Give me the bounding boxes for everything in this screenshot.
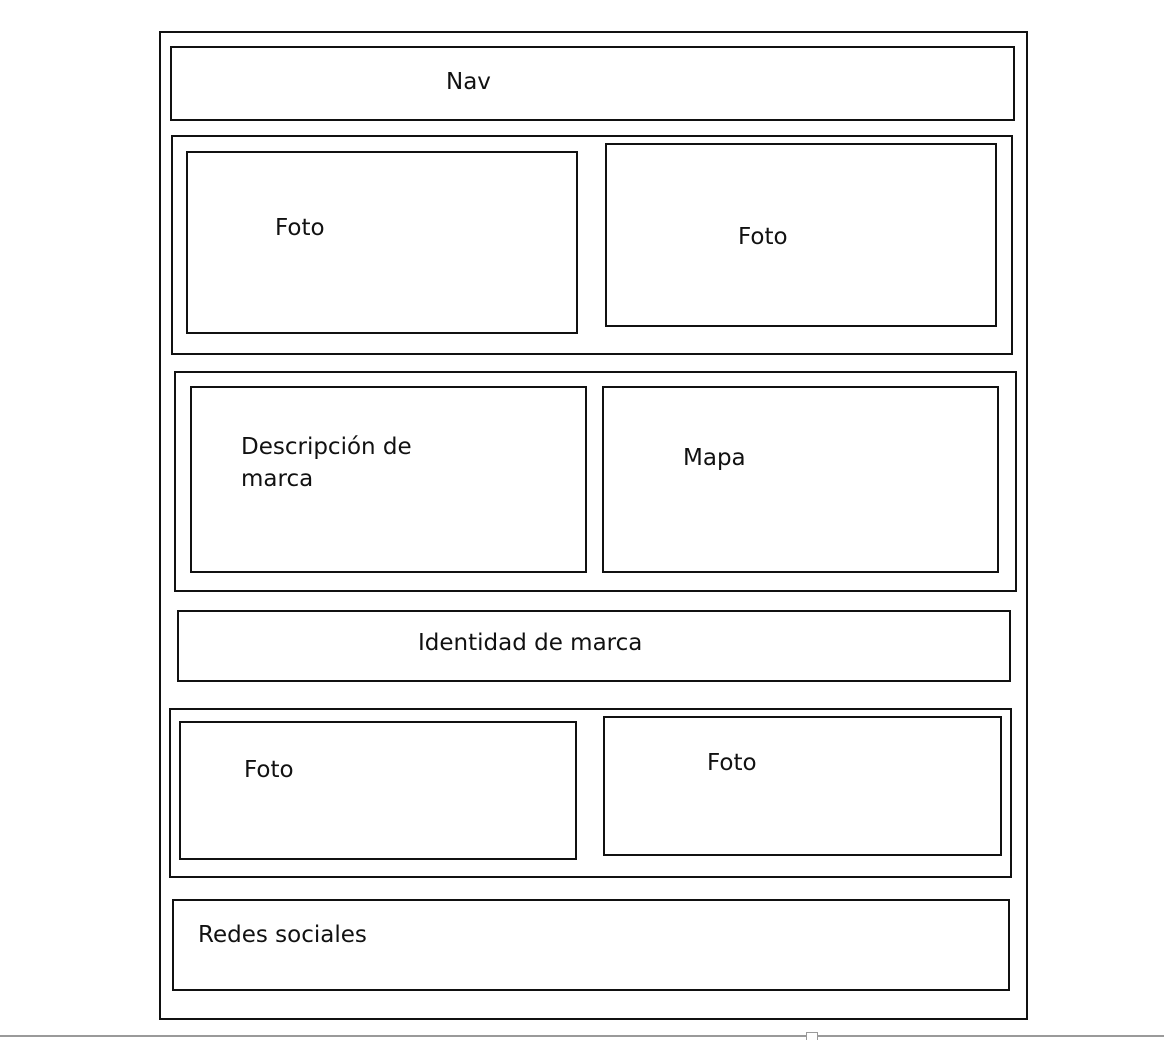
nav-label: Nav [446, 69, 491, 95]
gallery-photo-left [179, 721, 577, 860]
map-box [602, 386, 999, 573]
hero-photo-right [605, 143, 997, 327]
hero-photo-left [186, 151, 578, 334]
brand-identity-label: Identidad de marca [418, 630, 643, 656]
social-media-label: Redes sociales [198, 922, 367, 948]
hero-photo-right-label: Foto [738, 224, 788, 250]
gallery-photo-left-label: Foto [244, 757, 294, 783]
hero-photo-left-label: Foto [275, 215, 325, 241]
gallery-photo-right [603, 716, 1002, 856]
gallery-photo-right-label: Foto [707, 750, 757, 776]
bottom-divider [0, 1035, 1164, 1037]
map-label: Mapa [683, 445, 746, 471]
brand-description-label: Descripción de marca [241, 434, 412, 492]
resize-handle-icon [806, 1032, 818, 1040]
nav-box [170, 46, 1015, 121]
